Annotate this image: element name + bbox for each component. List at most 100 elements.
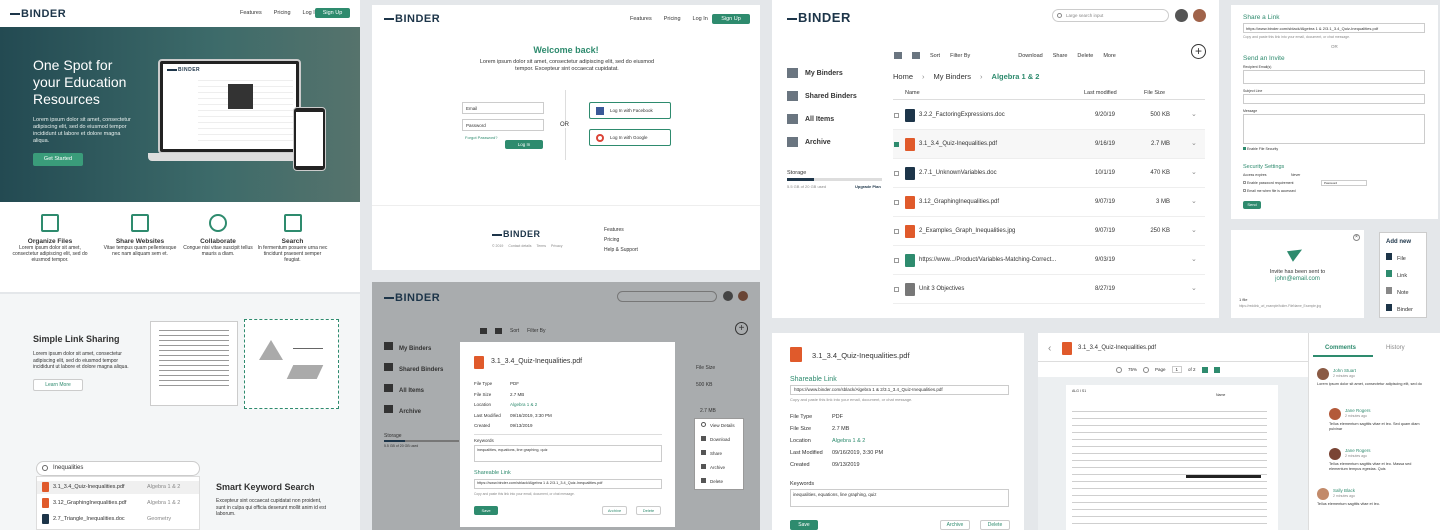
file-name[interactable]: Unit 3 Objectives [919,286,964,292]
chevron-down-icon[interactable]: ⌄ [1191,284,1197,292]
list-view-icon[interactable] [480,328,487,334]
table-row[interactable]: 3.2.2_FactoringExpressions.doc 9/20/19 500… [893,101,1205,130]
signup-button[interactable]: Sign Up [315,8,350,18]
search-result-item[interactable]: 2.7_Triangle_Inequalities.doc Geometry [37,513,199,526]
chevron-down-icon[interactable]: ⌄ [1191,139,1197,147]
download-item[interactable]: Download [701,433,743,447]
table-row[interactable]: 3.12_GraphingInequalities.pdf 9/07/19 3 MB… [893,188,1205,217]
search-input[interactable]: Large search input [1052,9,1169,22]
share-button[interactable]: Share [1053,53,1068,59]
share-item[interactable]: Share [701,447,743,461]
avatar[interactable] [1193,9,1206,22]
grid-view-icon[interactable] [912,52,920,59]
terms-link[interactable]: Terms [537,244,547,248]
property-value[interactable]: Algebra 1 & 2 [832,438,865,444]
search-input[interactable]: Inequalities [36,461,200,476]
gear-icon[interactable] [1175,9,1188,22]
back-icon[interactable]: ‹ [1048,343,1051,354]
grid-view-icon[interactable] [495,328,502,334]
view-details-item[interactable]: View Details [701,419,743,433]
tab-comments[interactable]: Comments [1325,345,1356,351]
google-login-button[interactable]: Log In with Google [589,129,671,146]
sidebar-item-shared-binders[interactable]: Shared Binders [787,85,857,108]
enable-security-checkbox[interactable]: Enable File Security [1243,147,1278,151]
annotate-icon[interactable] [1213,366,1220,373]
avatar[interactable] [738,291,748,301]
archive-button[interactable]: Archive [602,506,627,515]
send-button[interactable]: Send [1243,201,1261,209]
archive-item[interactable]: Archive [701,461,743,475]
zoom-out-icon[interactable] [1116,366,1122,373]
email-field[interactable]: Email [462,102,544,114]
delete-button[interactable]: Delete [1077,53,1093,59]
sidebar-item-my-binders[interactable]: My Binders [384,339,443,360]
chevron-down-icon[interactable]: ⌄ [1191,168,1197,176]
chevron-down-icon[interactable]: ⌄ [1191,226,1197,234]
comment-author[interactable]: Sally Black [1333,488,1355,493]
file-name[interactable]: 3.1_3.4_Quiz-Inequalities.pdf [919,141,997,147]
table-row[interactable]: 2.7.1_UnknownVariables.doc 10/1/19 470 KB ⌄ [893,159,1205,188]
comment-author[interactable]: John Stuart [1333,368,1356,373]
table-row[interactable]: https://www.../Product/Variables-Matchin… [893,246,1205,275]
email-notify-option[interactable]: Email me when file is accessed [1243,189,1296,193]
chevron-down-icon[interactable]: ⌄ [1191,110,1197,118]
nav-pricing[interactable]: Pricing [664,16,681,22]
row-checkbox[interactable] [894,142,899,147]
chevron-down-icon[interactable]: ⌄ [1191,197,1197,205]
close-icon[interactable]: × [1353,234,1360,241]
row-checkbox[interactable] [894,113,899,118]
message-field[interactable] [1243,114,1425,144]
add-file-item[interactable]: File [1386,251,1413,268]
property-value[interactable]: Algebra 1 & 2 [510,402,537,407]
table-row[interactable]: 3.1_3.4_Quiz-Inequalities.pdf 9/16/19 2.7 … [893,130,1205,159]
get-started-button[interactable]: Get Started [33,153,83,166]
file-name[interactable]: 3.12_GraphingInequalities.pdf [919,199,999,205]
subject-field[interactable] [1243,94,1425,104]
sort-dropdown[interactable]: Sort [930,53,940,59]
comment-author[interactable]: Jane Rogers [1345,408,1371,413]
keywords-field[interactable]: inequalities, equations, line graphing, … [790,489,1009,507]
brand-logo[interactable]: BINDER [10,8,66,20]
add-binder-item[interactable]: Binder [1386,302,1413,317]
row-checkbox[interactable] [894,200,899,205]
password-field[interactable]: Password [1321,180,1367,186]
row-checkbox[interactable] [894,229,899,234]
download-button[interactable]: Download [1018,53,1042,59]
nav-features[interactable]: Features [630,16,652,22]
save-button[interactable]: Save [474,506,498,515]
add-button[interactable]: + [735,322,748,335]
sidebar-item-my-binders[interactable]: My Binders [787,62,857,85]
shareable-link-field[interactable]: https://www.binder.com/sblack/Algebra 1 … [474,479,662,489]
brand-logo[interactable]: BINDER [384,13,440,25]
add-link-item[interactable]: Link [1386,268,1413,285]
search-result-item[interactable]: 3.1_3.4_Quiz-Inequalities.pdf Algebra 1 … [37,481,199,494]
shareable-link-field[interactable]: https://www.binder.com/sblack/Algebra 1 … [790,385,1009,395]
row-checkbox[interactable] [894,171,899,176]
archive-button[interactable]: Archive [940,520,970,530]
delete-item[interactable]: Delete [701,475,743,489]
chevron-down-icon[interactable]: ⌄ [1191,255,1197,263]
nav-login[interactable]: Log In [693,16,708,22]
table-row[interactable]: 2_Examples_Graph_Inequalities.jpg 9/07/19… [893,217,1205,246]
login-button[interactable]: Log In [505,140,543,149]
row-checkbox[interactable] [894,287,899,292]
add-note-item[interactable]: Note [1386,285,1413,302]
delete-button[interactable]: Delete [980,520,1010,530]
sidebar-item-all-items[interactable]: All Items [787,108,857,131]
table-row[interactable]: Unit 3 Objectives 8/27/19 ⌄ [893,275,1205,304]
privacy-link[interactable]: Privacy [551,244,562,248]
save-button[interactable]: Save [790,520,818,530]
facebook-login-button[interactable]: Log In with Facebook [589,102,671,119]
list-view-icon[interactable] [894,52,902,59]
file-name[interactable]: 3.2.2_FactoringExpressions.doc [919,112,1005,118]
password-option[interactable]: Enable password requirement [1243,181,1293,185]
zoom-level[interactable]: 75% [1128,367,1137,372]
recipient-field[interactable] [1243,70,1425,84]
access-select[interactable]: Never [1291,173,1300,177]
sidebar-item-all-items[interactable]: All Items [384,381,443,402]
page-input[interactable]: 1 [1171,366,1183,373]
comment-author[interactable]: Jane Rogers [1345,448,1371,453]
upgrade-plan-link[interactable]: Upgrade Plan [855,184,881,189]
add-button[interactable]: + [1191,44,1206,59]
learn-more-button[interactable]: Learn More [33,379,83,391]
